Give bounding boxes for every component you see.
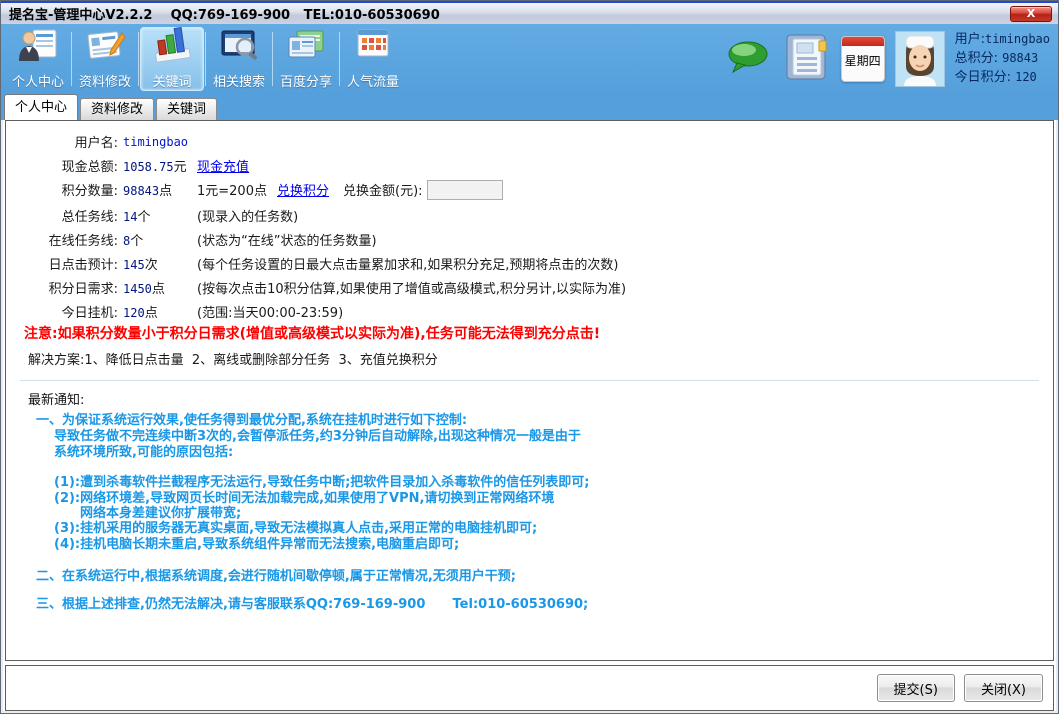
warning-text: 注意:如果积分数量小于积分日需求(增值或高级模式以实际为准),任务可能无法得到充…	[24, 323, 600, 343]
user-info-block: 用户:timingbao 总积分: 98843 今日积分: 120	[955, 30, 1050, 87]
username-label: 用户名:	[24, 132, 118, 151]
toolbar-item-user-center[interactable]: 个人中心	[6, 27, 70, 91]
notice-paragraph-3: 三、根据上述排查,仍然无法解决,请与客服联系QQ:769-169-900 Tel…	[36, 597, 588, 612]
stat-row-total-tasks: 总任务线: 14个 (现录入的任务数)	[24, 205, 1039, 226]
submit-button[interactable]: 提交(S)	[877, 674, 955, 702]
stat-note: (按每次点击10积分估算,如果使用了增值或高级模式,积分另计,以实际为准)	[197, 278, 626, 297]
user-center-icon	[17, 27, 59, 69]
username-value: timingbao	[123, 135, 197, 149]
toolbar-item-label: 关键词	[152, 71, 191, 90]
toolbar-item-label: 个人中心	[12, 71, 64, 90]
stat-note: (范围:当天00:00-23:59)	[197, 302, 343, 321]
related-search-icon	[218, 27, 260, 69]
tab-profile-edit[interactable]: 资料修改	[80, 98, 154, 120]
toolbar-separator	[138, 32, 139, 86]
total-points-line: 总积分: 98843	[955, 49, 1050, 68]
tab-personal-center[interactable]: 个人中心	[4, 94, 78, 120]
cash-recharge-link[interactable]: 现金充值	[197, 156, 249, 175]
notice-reason-2: (2):网络环境差,导致网页长时间无法加载完成,如果使用了VPN,请切换到正常网…	[54, 491, 554, 506]
toolbar-separator	[205, 32, 206, 86]
personal-center-panel: 用户名: timingbao 现金总额: 1058.75元 现金充值 积分数量:…	[5, 120, 1054, 661]
window-title: 提名宝-管理中心V2.2.2 QQ:769-169-900 TEL:010-60…	[9, 4, 440, 23]
cash-value: 1058.75元	[123, 156, 197, 175]
traffic-grid-icon	[352, 27, 394, 69]
toolbar-item-related-search[interactable]: 相关搜索	[207, 27, 271, 91]
chat-bubble-icon[interactable]	[725, 37, 771, 81]
points-value: 98843点	[123, 180, 197, 199]
today-points-line: 今日积分: 120	[955, 68, 1050, 87]
cash-row: 现金总额: 1058.75元 现金充值	[24, 155, 1039, 176]
stat-note: (每个任务设置的日最大点击量累加求和,如果积分充足,预期将点击的次数)	[197, 254, 618, 273]
toolbar-item-label: 资料修改	[79, 71, 131, 90]
close-icon[interactable]: X	[1010, 6, 1052, 22]
toolbar-separator	[339, 32, 340, 86]
app-window: 提名宝-管理中心V2.2.2 QQ:769-169-900 TEL:010-60…	[0, 0, 1059, 714]
main-toolbar: 个人中心 资料修改	[1, 24, 1058, 93]
notice-paragraph-1-line-3: 系统环境所致,可能的原因包括:	[54, 445, 233, 460]
notice-reason-2-cont: 网络本身差建议你扩展带宽;	[80, 506, 241, 521]
notice-reason-3: (3):挂机采用的服务器无真实桌面,导致无法模拟真人点击,采用正常的电脑挂机即可…	[54, 521, 537, 536]
stat-row-daily-clicks: 日点击预计: 145次 (每个任务设置的日最大点击量累加求和,如果积分充足,预期…	[24, 253, 1039, 274]
keywords-chart-icon	[151, 27, 193, 69]
tab-keywords[interactable]: 关键词	[156, 98, 217, 120]
toolbar-item-keywords[interactable]: 关键词	[140, 27, 204, 91]
notice-paragraph-2: 二、在系统运行中,根据系统调度,会进行随机间歇停顿,属于正常情况,无须用户干预;	[36, 569, 516, 584]
notice-paragraph-1-line-2: 导致任务做不完连续中断3次的,会暂停派任务,约3分钟后自动解除,出现这种情况一般…	[54, 429, 581, 444]
cash-label: 现金总额:	[24, 156, 118, 175]
exchange-amount-input[interactable]	[427, 180, 503, 200]
username-row: 用户名: timingbao	[24, 131, 1039, 152]
exchange-points-link[interactable]: 兑换积分	[277, 180, 329, 199]
user-line: 用户:timingbao	[955, 30, 1050, 49]
points-row: 积分数量: 98843点 1元=200点 兑换积分 兑换金额(元):	[24, 179, 1039, 200]
baidu-share-icon	[285, 27, 327, 69]
close-button[interactable]: 关闭(X)	[964, 674, 1043, 702]
avatar[interactable]	[895, 31, 945, 87]
calendar-icon[interactable]: 星期四	[841, 36, 885, 82]
solution-text: 解决方案:1、降低日点击量 2、离线或删除部分任务 3、充值兑换积分	[28, 349, 438, 368]
points-label: 积分数量:	[24, 180, 118, 199]
tab-strip: 个人中心 资料修改 关键词	[1, 93, 1058, 120]
toolbar-item-label: 百度分享	[280, 71, 332, 90]
toolbar-item-label: 相关搜索	[213, 71, 265, 90]
footer-button-panel: 提交(S) 关闭(X)	[5, 665, 1054, 711]
calendar-header	[842, 37, 884, 46]
stat-row-online-tasks: 在线任务线: 8个 (状态为“在线”状态的任务数量)	[24, 229, 1039, 250]
notice-title: 最新通知:	[28, 389, 84, 408]
exchange-rate-text: 1元=200点	[197, 180, 267, 199]
section-divider	[20, 380, 1039, 381]
notebook-icon[interactable]	[781, 31, 831, 87]
stat-row-today-hangup: 今日挂机: 120点 (范围:当天00:00-23:59)	[24, 301, 1039, 322]
title-bar: 提名宝-管理中心V2.2.2 QQ:769-169-900 TEL:010-60…	[1, 1, 1058, 24]
profile-edit-icon	[84, 27, 126, 69]
stat-note: (现录入的任务数)	[197, 206, 298, 225]
stat-note: (状态为“在线”状态的任务数量)	[197, 230, 377, 249]
toolbar-separator	[272, 32, 273, 86]
notice-reason-4: (4):挂机电脑长期未重启,导致系统组件异常而无法搜索,电脑重启即可;	[54, 537, 459, 552]
toolbar-item-profile-edit[interactable]: 资料修改	[73, 27, 137, 91]
toolbar-item-traffic[interactable]: 人气流量	[341, 27, 405, 91]
notice-paragraph-1-line-1: 一、为保证系统运行效果,使任务得到最优分配,系统在挂机时进行如下控制:	[36, 413, 467, 428]
stat-row-daily-points-need: 积分日需求: 1450点 (按每次点击10积分估算,如果使用了增值或高级模式,积…	[24, 277, 1039, 298]
toolbar-item-baidu-share[interactable]: 百度分享	[274, 27, 338, 91]
weekday-label: 星期四	[842, 52, 884, 69]
toolbar-item-label: 人气流量	[347, 71, 399, 90]
toolbar-separator	[71, 32, 72, 86]
toolbar-right-group: 星期四 用户:timingbao 总积分: 98843 今日积分: 120	[725, 30, 1058, 87]
notice-reason-1: (1):遭到杀毒软件拦截程序无法运行,导致任务中断;把软件目录加入杀毒软件的信任…	[54, 475, 589, 490]
exchange-amount-label: 兑换金额(元):	[343, 180, 423, 199]
